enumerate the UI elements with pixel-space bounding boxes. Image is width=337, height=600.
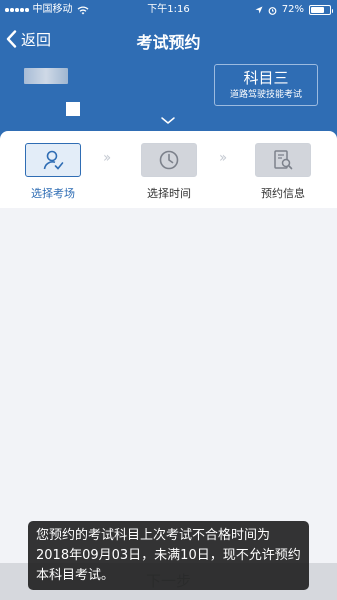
step-icon-box	[255, 143, 311, 177]
page-title: 考试预约	[136, 33, 201, 52]
subject-badge: 科目三 道路驾驶技能考试	[214, 64, 318, 106]
document-search-icon	[274, 150, 293, 170]
status-bar: 中国移动 下午1:16 72%	[0, 0, 337, 20]
subject-name: 科目三	[243, 69, 289, 87]
step-icon-box	[25, 143, 81, 177]
step-select-time[interactable]: 选择时间	[139, 143, 199, 201]
navigation-bar: 返回 考试预约	[0, 22, 337, 56]
chevron-right-double-icon: ››	[219, 150, 227, 166]
step-label: 选择考场	[31, 187, 75, 200]
step-appointment-info[interactable]: 预约信息	[253, 143, 313, 201]
user-id-redacted	[66, 102, 80, 116]
alarm-icon	[268, 6, 277, 15]
location-arrow-icon	[255, 6, 263, 14]
chevron-right-double-icon: ››	[103, 150, 111, 166]
step-progress: 选择考场 ›› 选择时间 ›› 预约信息	[0, 131, 337, 208]
clock-icon	[159, 150, 179, 170]
step-label: 预约信息	[261, 187, 305, 200]
person-check-icon	[43, 150, 64, 170]
battery-icon	[309, 5, 333, 15]
chevron-down-icon[interactable]	[160, 116, 176, 125]
subject-description: 道路驾驶技能考试	[229, 90, 302, 100]
user-name-redacted	[24, 68, 68, 84]
step-select-venue[interactable]: 选择考场	[23, 143, 83, 201]
step-icon-box	[141, 143, 197, 177]
battery-percent: 72%	[281, 4, 304, 15]
step-label: 选择时间	[147, 187, 191, 200]
toast-message: 您预约的考试科目上次考试不合格时间为2018年09月03日，未满10日，现不允许…	[28, 521, 309, 590]
